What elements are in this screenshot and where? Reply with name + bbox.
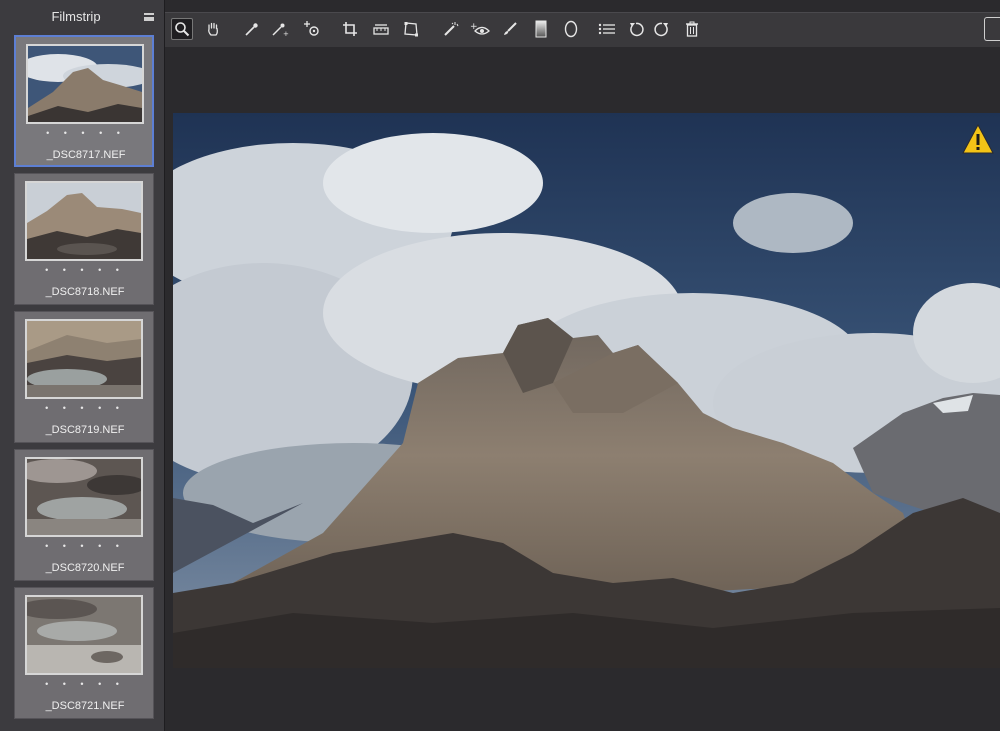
toolbar: + +: [165, 12, 1000, 48]
filmstrip-filename: _DSC8720.NEF: [45, 562, 125, 574]
rotate-left-icon[interactable]: [625, 18, 647, 40]
svg-text:+: +: [283, 30, 289, 37]
rating-dots: • • • • •: [45, 265, 125, 275]
filmstrip-item[interactable]: • • • • • _DSC8719.NEF: [14, 311, 154, 443]
filmstrip-title: Filmstrip: [51, 9, 101, 24]
rating-dots: • • • • •: [45, 679, 125, 689]
mountain-photo: [173, 113, 1000, 668]
white-balance-eyedropper-icon[interactable]: [241, 18, 263, 40]
filmstrip-item[interactable]: • • • • • _DSC8717.NEF: [14, 35, 154, 167]
red-eye-icon[interactable]: +: [469, 18, 491, 40]
filmstrip-item[interactable]: • • • • • _DSC8721.NEF: [14, 587, 154, 719]
filmstrip-filename: _DSC8721.NEF: [45, 700, 125, 712]
straighten-icon[interactable]: [370, 18, 392, 40]
color-sampler-icon[interactable]: +: [269, 18, 291, 40]
adjustment-brush-icon[interactable]: [499, 18, 521, 40]
toggle-panel-button[interactable]: [984, 17, 1000, 41]
filmstrip-header: Filmstrip: [0, 0, 164, 32]
photo-preview[interactable]: [173, 113, 1000, 668]
targeted-adjustment-icon[interactable]: [301, 18, 323, 40]
zoom-icon[interactable]: [171, 18, 193, 40]
thumbnail: [25, 319, 143, 399]
trash-icon[interactable]: [681, 18, 703, 40]
crop-icon[interactable]: [339, 18, 361, 40]
hand-icon[interactable]: [202, 18, 224, 40]
thumbnail: [25, 595, 143, 675]
filmstrip-filename: _DSC8719.NEF: [45, 424, 125, 436]
warning-icon[interactable]: [962, 123, 994, 154]
filmstrip-item[interactable]: • • • • • _DSC8720.NEF: [14, 449, 154, 581]
rating-dots: • • • • •: [45, 403, 125, 413]
rotate-right-icon[interactable]: [651, 18, 673, 40]
filmstrip-filename: _DSC8717.NEF: [46, 149, 126, 161]
radial-filter-icon[interactable]: [560, 18, 582, 40]
list-icon[interactable]: [596, 18, 618, 40]
rating-dots: • • • • •: [46, 128, 126, 138]
filmstrip-menu-icon[interactable]: [144, 13, 154, 21]
filmstrip-panel: Filmstrip • • • • • _DSC8717.NEF • • • •…: [0, 0, 165, 731]
image-preview-area: [165, 47, 1000, 731]
graduated-filter-icon[interactable]: [530, 18, 552, 40]
thumbnail: [25, 457, 143, 537]
rating-dots: • • • • •: [45, 541, 125, 551]
spot-removal-icon[interactable]: [440, 18, 462, 40]
thumbnail: [26, 44, 144, 124]
filmstrip-filename: _DSC8718.NEF: [45, 286, 125, 298]
thumbnail: [25, 181, 143, 261]
filmstrip-item[interactable]: • • • • • _DSC8718.NEF: [14, 173, 154, 305]
transform-icon[interactable]: [400, 18, 422, 40]
